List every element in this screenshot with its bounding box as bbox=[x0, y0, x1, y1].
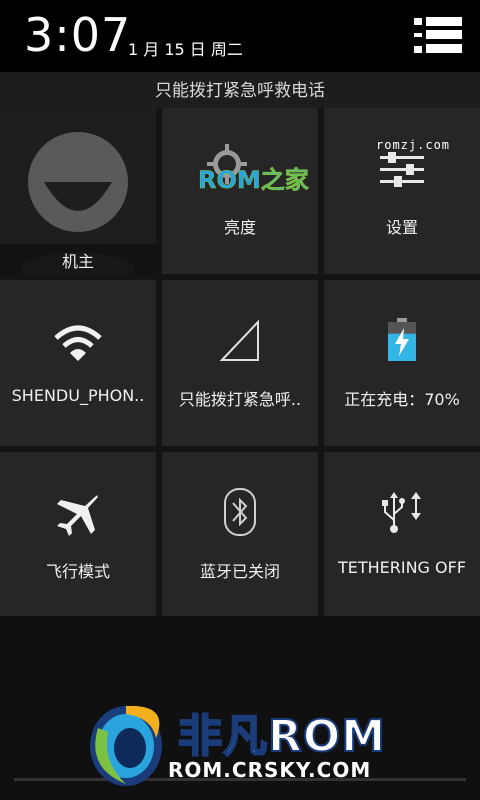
battery-tile[interactable]: 正在充电：70% bbox=[324, 280, 480, 446]
feifan-rom-name: 非凡ROM bbox=[177, 710, 387, 763]
status-header: 3:07 1 月 15 日 周二 bbox=[0, 0, 480, 72]
airplane-mode-label: 飞行模式 bbox=[45, 562, 110, 581]
settings-tile[interactable]: romzj.com 设置 bbox=[324, 108, 480, 274]
bluetooth-label: 蓝牙已关闭 bbox=[199, 562, 280, 581]
battery-label: 正在充电：70% bbox=[344, 390, 460, 409]
battery-charging-icon bbox=[387, 318, 417, 362]
emergency-calls-only-banner: 只能拨打紧急呼救电话 bbox=[0, 72, 480, 108]
airplane-mode-tile[interactable]: 飞行模式 bbox=[0, 452, 156, 618]
wifi-label: SHENDU_PHON.. bbox=[11, 386, 145, 405]
brightness-tile[interactable]: ROM之家 亮度 bbox=[162, 108, 318, 274]
airplane-icon bbox=[55, 492, 101, 538]
signal-strength-icon bbox=[219, 319, 260, 362]
wifi-tile[interactable]: SHENDU_PHON.. bbox=[0, 280, 156, 446]
feifan-rom-url: ROM.CRSKY.COM bbox=[168, 758, 372, 782]
feifan-swirl-logo-icon bbox=[86, 698, 170, 790]
signal-tile[interactable]: 只能拨打紧急呼.. bbox=[162, 280, 318, 446]
usb-icon bbox=[380, 490, 424, 534]
rom-home-logo-text: ROM之家 bbox=[198, 166, 309, 195]
bluetooth-icon bbox=[224, 488, 256, 536]
settings-label: 设置 bbox=[385, 218, 418, 237]
owner-tile[interactable]: 机主 bbox=[0, 108, 156, 274]
clock-time: 3:07 bbox=[24, 8, 132, 62]
date-label: 1 月 15 日 周二 bbox=[128, 40, 243, 59]
settings-sliders-icon bbox=[380, 152, 424, 188]
feifan-rom-watermark: 非凡ROM ROM.CRSKY.COM bbox=[86, 690, 406, 790]
brightness-label: 亮度 bbox=[223, 218, 256, 237]
tethering-tile[interactable]: TETHERING OFF bbox=[324, 452, 480, 618]
owner-label: 机主 bbox=[61, 252, 94, 271]
quick-settings-grid: 机主 ROM之家 亮度 romzj.com 设置 SHENDU_PHON.. 只… bbox=[0, 108, 480, 618]
rom-home-logo: ROM之家 bbox=[198, 160, 309, 195]
wifi-icon bbox=[53, 324, 103, 362]
signal-label: 只能拨打紧急呼.. bbox=[178, 390, 302, 409]
tethering-label: TETHERING OFF bbox=[337, 558, 467, 577]
bluetooth-tile[interactable]: 蓝牙已关闭 bbox=[162, 452, 318, 618]
settings-list-icon[interactable] bbox=[414, 16, 466, 58]
romzj-watermark: romzj.com bbox=[376, 138, 451, 152]
